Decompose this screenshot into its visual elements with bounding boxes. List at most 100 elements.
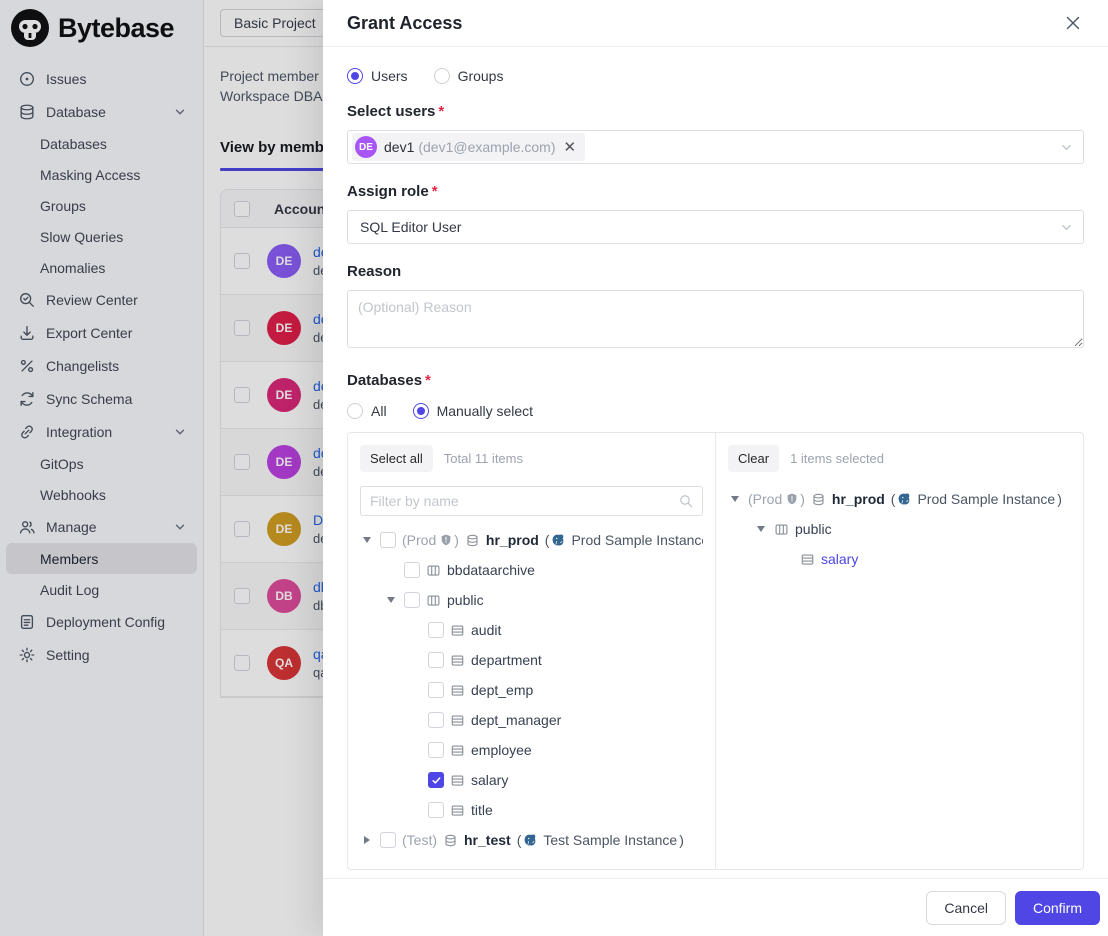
- radio-unselected[interactable]: [434, 68, 450, 84]
- caret-spacer: [408, 743, 422, 757]
- caret-down-icon[interactable]: [728, 492, 742, 506]
- tree-item-hr-prod[interactable]: (Prod)hr_prod(Prod Sample Instance): [360, 525, 703, 555]
- caret-spacer: [408, 623, 422, 637]
- radio-selected[interactable]: [347, 68, 363, 84]
- assign-role-label: Assign role*: [347, 183, 1084, 200]
- radio-option-all[interactable]: All: [347, 403, 387, 419]
- clear-button[interactable]: Clear: [728, 445, 779, 472]
- tree-item-public[interactable]: public: [360, 585, 703, 615]
- table-name: dept_manager: [471, 712, 561, 728]
- grant-access-modal: Grant Access UsersGroups Select users* D…: [323, 0, 1108, 936]
- screen: Bytebase IssuesDatabaseDatabasesMasking …: [0, 0, 1108, 936]
- table-name: employee: [471, 742, 532, 758]
- tree-checkbox[interactable]: [380, 832, 396, 848]
- tree-item-public[interactable]: public: [728, 514, 1071, 544]
- schema-name: public: [795, 521, 832, 537]
- tree-item-title[interactable]: title: [360, 795, 703, 825]
- db-name: hr_test: [464, 832, 511, 848]
- tree-item-dept-emp[interactable]: dept_emp: [360, 675, 703, 705]
- database-icon: [465, 533, 480, 548]
- schema-icon: [426, 563, 441, 578]
- caret-down-icon[interactable]: [384, 593, 398, 607]
- tree-checkbox[interactable]: [428, 652, 444, 668]
- tree-item-salary[interactable]: salary: [728, 544, 1071, 574]
- table-name: salary: [821, 551, 858, 567]
- caret-down-icon[interactable]: [360, 533, 374, 547]
- tree-checkbox[interactable]: [428, 742, 444, 758]
- tree-checkbox[interactable]: [428, 712, 444, 728]
- caret-down-icon[interactable]: [754, 522, 768, 536]
- total-items-label: Total 11 items: [444, 451, 523, 466]
- tree-item-audit[interactable]: audit: [360, 615, 703, 645]
- tree-item-bbdataarchive[interactable]: bbdataarchive: [360, 555, 703, 585]
- instance-paren-open: (: [517, 832, 522, 848]
- confirm-button[interactable]: Confirm: [1015, 891, 1100, 925]
- caret-spacer: [408, 653, 422, 667]
- selected-user-chip: DE dev1 (dev1@example.com) ✕: [352, 133, 585, 161]
- db-name: hr_prod: [486, 532, 539, 548]
- chevron-down-icon: [1060, 141, 1073, 154]
- tree-item-hr-test[interactable]: (Test)hr_test(Test Sample Instance): [360, 825, 703, 855]
- cancel-button[interactable]: Cancel: [926, 891, 1006, 925]
- tree-item-salary[interactable]: salary: [360, 765, 703, 795]
- required-asterisk: *: [432, 183, 438, 200]
- select-all-button[interactable]: Select all: [360, 445, 433, 472]
- tree-checkbox[interactable]: [428, 682, 444, 698]
- radio-option-manually-select[interactable]: Manually select: [413, 403, 534, 419]
- filter-input[interactable]: [370, 493, 679, 509]
- tree-checkbox[interactable]: [428, 772, 444, 788]
- environment-label: (Prod: [402, 532, 436, 548]
- db-name: hr_prod: [832, 491, 885, 507]
- databases-radio-group: All Manually select: [347, 403, 1084, 419]
- tree-item-department[interactable]: department: [360, 645, 703, 675]
- tree-checkbox[interactable]: [428, 802, 444, 818]
- instance-name: Prod Sample Instance: [917, 491, 1055, 507]
- tree-checkbox[interactable]: [380, 532, 396, 548]
- environment-label: (Test): [402, 832, 437, 848]
- table-name: title: [471, 802, 493, 818]
- tree-checkbox[interactable]: [404, 562, 420, 578]
- radio-label: Groups: [458, 68, 504, 84]
- instance-name: Test Sample Instance: [543, 832, 677, 848]
- target-pane-header: Clear 1 items selected: [728, 445, 1071, 472]
- tree-item-dept-manager[interactable]: dept_manager: [360, 705, 703, 735]
- radio-selected[interactable]: [413, 403, 429, 419]
- tree-checkbox[interactable]: [428, 622, 444, 638]
- environment-shield-icon: [439, 533, 453, 547]
- caret-spacer: [384, 563, 398, 577]
- required-asterisk: *: [425, 372, 431, 389]
- table-icon: [800, 552, 815, 567]
- table-icon: [450, 743, 465, 758]
- select-users-input[interactable]: DE dev1 (dev1@example.com) ✕: [347, 130, 1084, 164]
- assign-role-value: SQL Editor User: [360, 219, 461, 235]
- reason-textarea[interactable]: [347, 290, 1084, 348]
- environment-shield-icon: [785, 492, 799, 506]
- table-name: audit: [471, 622, 501, 638]
- table-icon: [450, 653, 465, 668]
- modal-footer: Cancel Confirm: [323, 878, 1108, 936]
- table-name: dept_emp: [471, 682, 533, 698]
- radio-option-users[interactable]: Users: [347, 68, 408, 84]
- table-icon: [450, 713, 465, 728]
- table-name: salary: [471, 772, 508, 788]
- radio-label: Manually select: [437, 403, 534, 419]
- caret-spacer: [408, 683, 422, 697]
- tree-item-hr-prod[interactable]: (Prod)hr_prod(Prod Sample Instance): [728, 484, 1071, 514]
- tree-checkbox[interactable]: [404, 592, 420, 608]
- close-icon[interactable]: [1062, 12, 1084, 34]
- radio-unselected[interactable]: [347, 403, 363, 419]
- radio-label: All: [371, 403, 387, 419]
- postgresql-icon: [551, 533, 565, 547]
- remove-user-icon[interactable]: ✕: [564, 140, 577, 155]
- environment-label-close: ): [454, 532, 459, 548]
- radio-label: Users: [371, 68, 408, 84]
- radio-option-groups[interactable]: Groups: [434, 68, 504, 84]
- table-icon: [450, 623, 465, 638]
- instance-paren-open: (: [891, 491, 896, 507]
- tree-item-employee[interactable]: employee: [360, 735, 703, 765]
- caret-right-icon[interactable]: [360, 833, 374, 847]
- selected-count-label: 1 items selected: [790, 451, 884, 466]
- modal-body: UsersGroups Select users* DE dev1 (dev1@…: [323, 48, 1108, 878]
- assign-role-select[interactable]: SQL Editor User: [347, 210, 1084, 244]
- instance-paren-open: (: [545, 532, 550, 548]
